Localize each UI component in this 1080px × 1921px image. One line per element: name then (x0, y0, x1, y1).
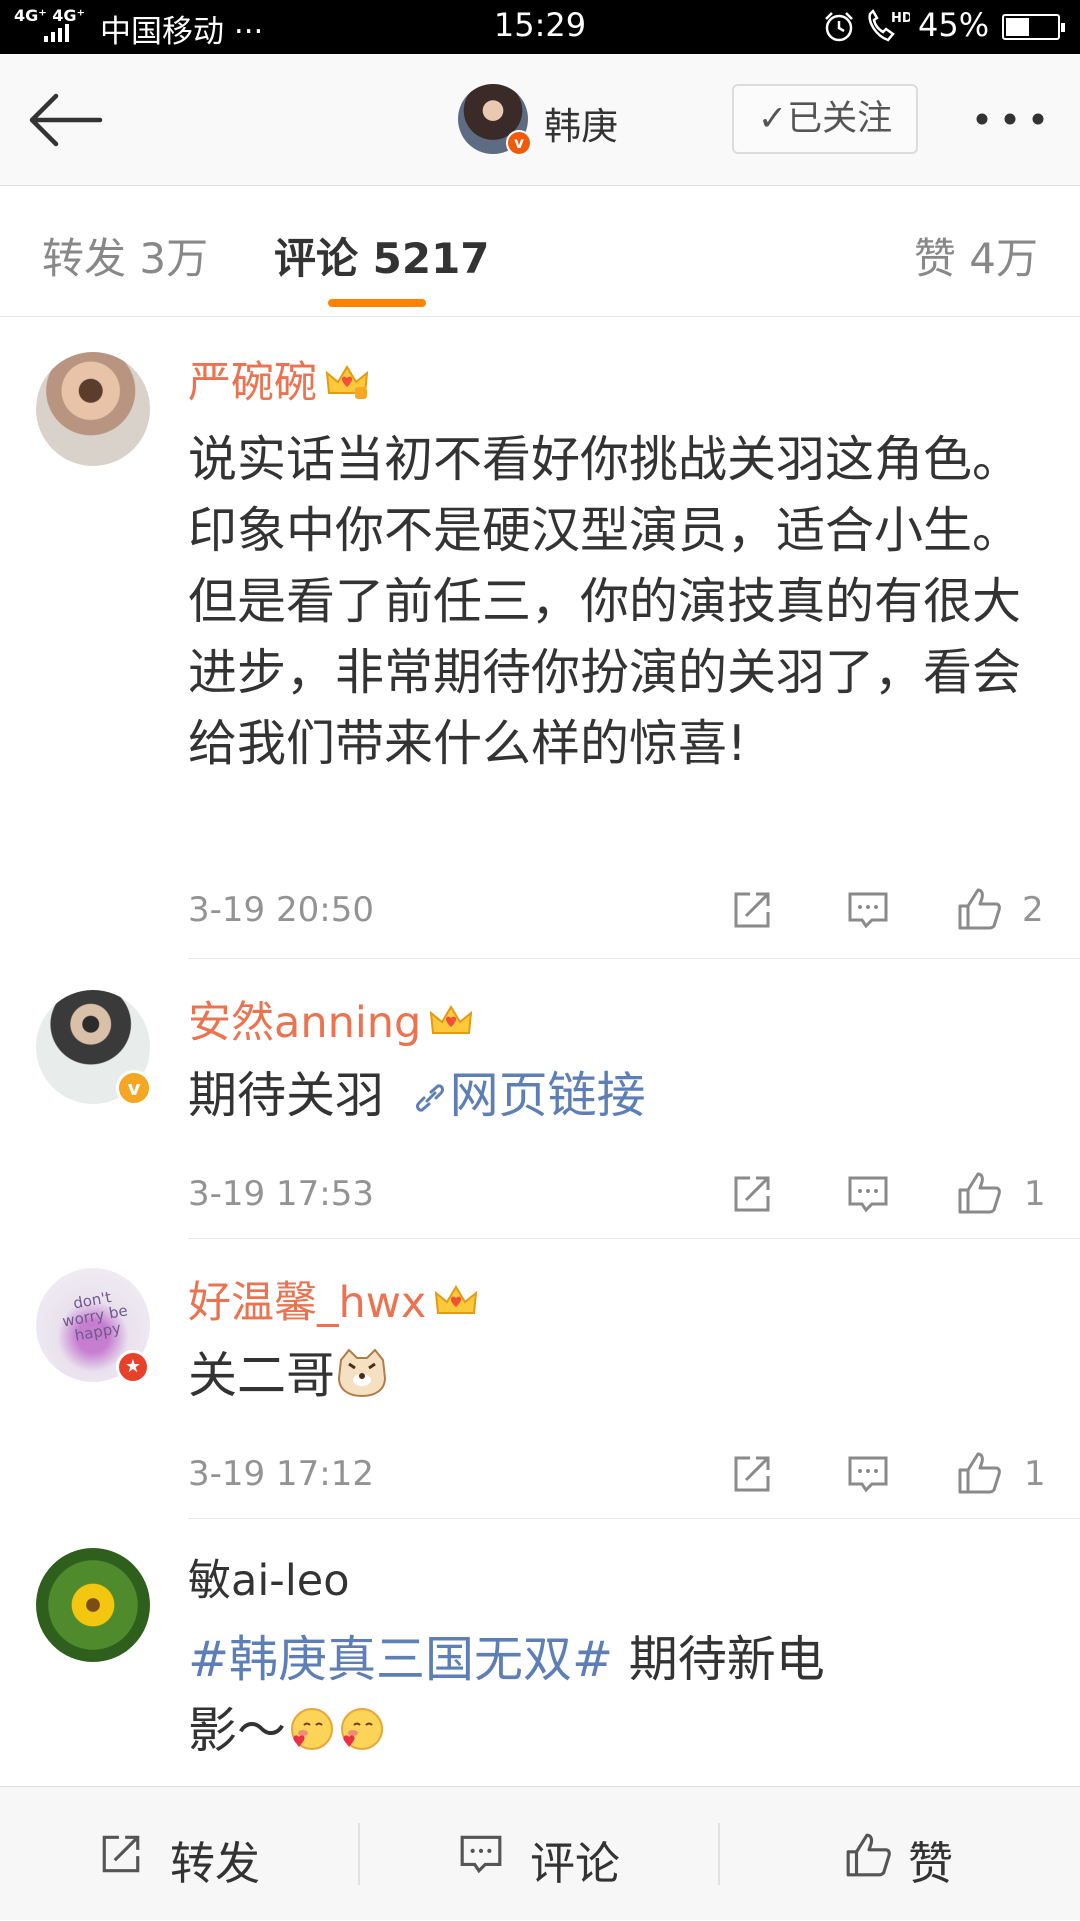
comment-icon[interactable] (846, 1452, 890, 1496)
avatar[interactable]: v (36, 990, 152, 1106)
comment-icon[interactable] (846, 1172, 890, 1216)
star-badge-icon: ★ (116, 1350, 150, 1384)
alarm-icon (825, 12, 853, 42)
comment-icon[interactable] (846, 888, 890, 932)
like-button[interactable]: 赞 (720, 1787, 1080, 1921)
web-link[interactable]: 网页链接 (400, 1067, 646, 1124)
tab-comment[interactable]: 评论 5217 (274, 225, 490, 286)
link-icon (415, 1084, 444, 1112)
avatar[interactable] (36, 1548, 150, 1662)
comment-time: 3-19 20:50 (188, 890, 374, 930)
comment-time: 3-19 17:12 (188, 1454, 374, 1494)
battery-percent: 45% (918, 6, 990, 44)
like-icon (846, 1833, 891, 1877)
divider (188, 1238, 1080, 1239)
like-icon[interactable] (956, 1170, 1002, 1216)
like-label: 赞 (908, 1837, 954, 1890)
comment-button[interactable]: 评论 (360, 1787, 720, 1921)
topic-link[interactable]: #韩庚真三国无双# (188, 1631, 613, 1688)
repost-label: 转发 (170, 1837, 261, 1890)
avatar[interactable]: v (458, 84, 532, 156)
comment-item: 严碗碗 说实话当初不看好你挑战关羽这角色。印象中你不是硬汉型演员，适合小生。但是… (0, 318, 1080, 960)
svg-text:HD: HD (891, 11, 910, 26)
back-arrow-icon[interactable] (26, 88, 106, 152)
comment-text: #韩庚真三国无双# 期待新电 影～ (188, 1631, 825, 1759)
more-dots-icon[interactable] (970, 94, 1050, 144)
like-icon[interactable] (956, 886, 1002, 932)
comment-time: 3-19 17:53 (188, 1174, 374, 1214)
hd-call-icon: HD (868, 8, 910, 42)
battery-icon (1002, 14, 1065, 40)
verified-icon: v (116, 1070, 152, 1106)
vip-crown-icon (325, 365, 369, 399)
comment-username[interactable]: 好温馨_hwx (188, 1268, 478, 1330)
nav-bar: v 韩庚 ✓已关注 (0, 54, 1080, 186)
comment-username[interactable]: 安然anning (188, 988, 473, 1050)
share-icon[interactable] (730, 888, 774, 932)
avatar[interactable]: don't worry be happy ★ (36, 1268, 150, 1384)
avatar-text: don't worry be happy (60, 1288, 130, 1345)
comment-username[interactable]: 敏ai-leo (188, 1546, 350, 1608)
comment-icon (460, 1835, 502, 1874)
repost-button[interactable]: 转发 (0, 1787, 360, 1921)
cat-emoji-icon (338, 1348, 387, 1398)
divider (188, 958, 1080, 959)
like-count: 1 (1024, 1174, 1046, 1214)
comment-item: v 安然anning 期待关羽 网页链接 3-19 17:53 1 (0, 960, 1080, 1240)
follow-button[interactable]: ✓已关注 (732, 84, 918, 154)
share-icon[interactable] (730, 1172, 774, 1216)
like-icon[interactable] (956, 1450, 1002, 1496)
divider (188, 1518, 1080, 1519)
comment-text: 说实话当初不看好你挑战关羽这角色。印象中你不是硬汉型演员，适合小生。但是看了前任… (188, 431, 1022, 772)
blush-heart-emoji-icon (341, 1708, 384, 1750)
avatar[interactable] (36, 352, 150, 466)
tab-repost[interactable]: 转发 3万 (42, 225, 208, 286)
vip-crown-icon (435, 1285, 478, 1314)
share-icon (102, 1835, 140, 1873)
comment-text: 关二哥 (188, 1340, 1038, 1411)
tab-bar: 转发 3万 评论 5217 赞 4万 (0, 187, 1080, 317)
comment-item: 敏ai-leo #韩庚真三国无双# 期待新电 影～ (0, 1520, 1080, 1786)
like-count: 1 (1024, 1454, 1046, 1494)
like-count: 2 (1022, 890, 1044, 930)
bottom-toolbar: 转发 评论 赞 (0, 1786, 1080, 1920)
page-title[interactable]: 韩庚 (544, 96, 618, 150)
comment-item: don't worry be happy ★ 好温馨_hwx 关二哥 3-19 … (0, 1240, 1080, 1520)
comment-username[interactable]: 严碗碗 (188, 348, 369, 410)
active-tab-indicator (328, 299, 426, 307)
verified-icon: v (506, 130, 532, 156)
comment-text: 期待关羽 网页链接 (188, 1067, 646, 1124)
status-bar: 4G⁺ 4G⁺ 中国移动 ··· 15:29 HD 45% (0, 0, 1080, 54)
share-icon[interactable] (730, 1452, 774, 1496)
tab-like[interactable]: 赞 4万 (914, 225, 1038, 286)
vip-crown-icon (430, 1005, 473, 1034)
comment-label: 评论 (530, 1837, 621, 1890)
blush-heart-emoji-icon (291, 1708, 334, 1750)
